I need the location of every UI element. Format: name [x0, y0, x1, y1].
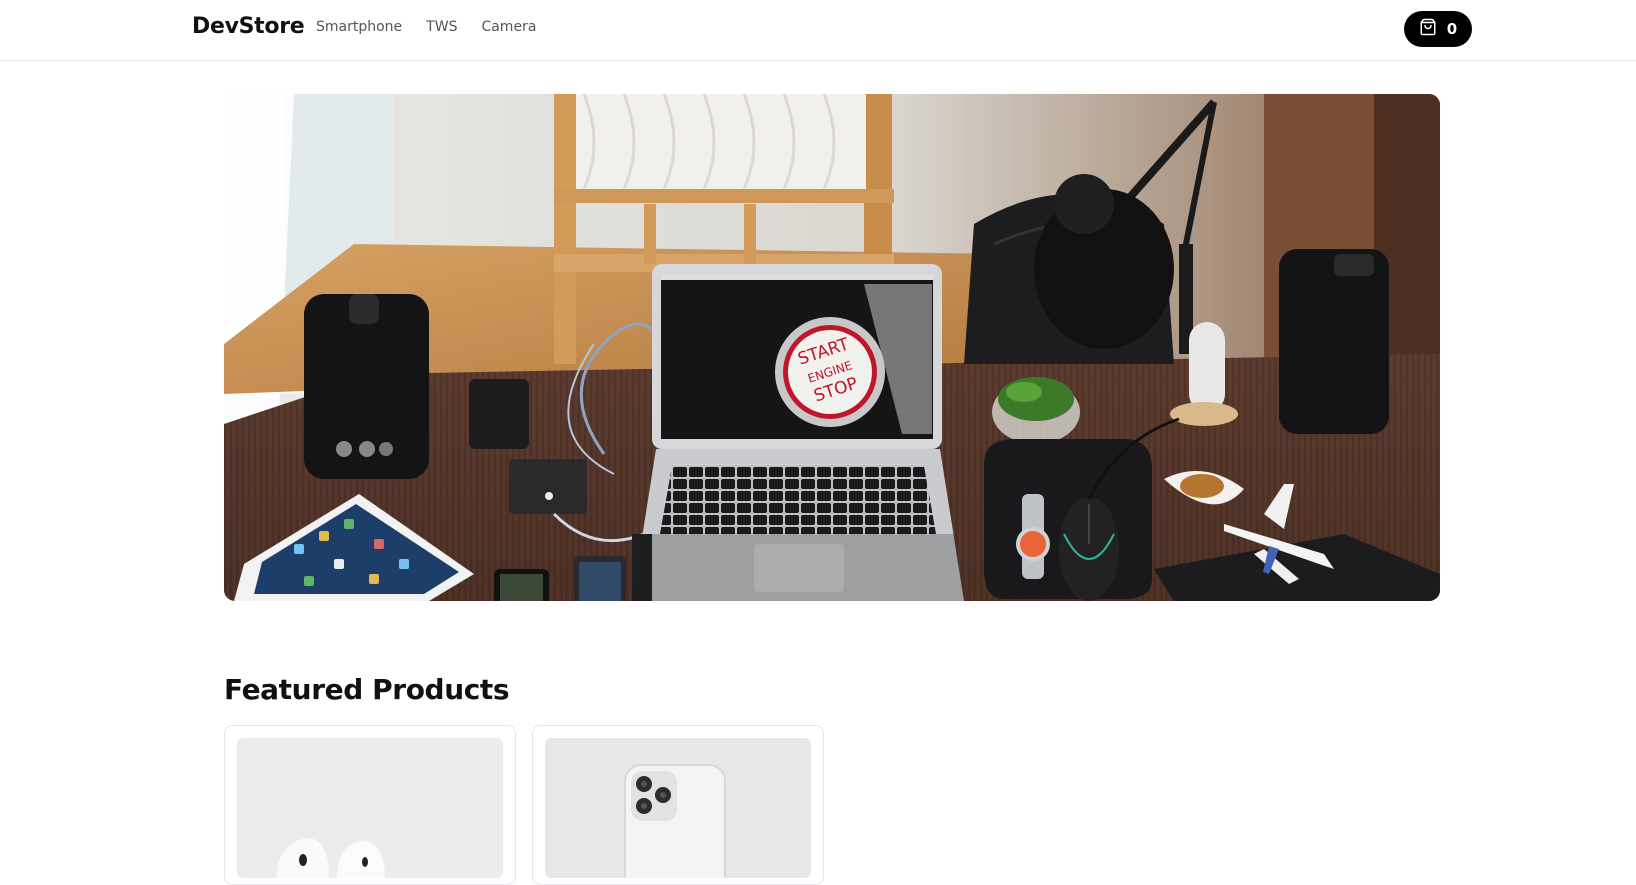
cart-button[interactable]: 0	[1404, 11, 1472, 47]
product-card[interactable]	[532, 725, 824, 885]
navbar: DevStore Smartphone TWS Camera 0	[0, 0, 1636, 61]
nav-link-tws[interactable]: TWS	[426, 19, 457, 35]
product-image-earbuds[interactable]	[237, 738, 503, 878]
nav-link-smartphone[interactable]: Smartphone	[316, 19, 402, 35]
product-image-smartphone[interactable]	[545, 738, 811, 878]
shopping-bag-icon	[1419, 18, 1437, 40]
brand-logo[interactable]: DevStore	[192, 14, 305, 39]
product-card[interactable]	[224, 725, 516, 885]
featured-products-title: Featured Products	[224, 673, 510, 706]
hero-banner: START ENGINE STOP	[224, 94, 1440, 601]
nav-link-camera[interactable]: Camera	[481, 19, 536, 35]
hero-image: START ENGINE STOP	[224, 94, 1440, 601]
cart-count: 0	[1446, 20, 1458, 38]
nav-links: Smartphone TWS Camera	[316, 19, 536, 35]
